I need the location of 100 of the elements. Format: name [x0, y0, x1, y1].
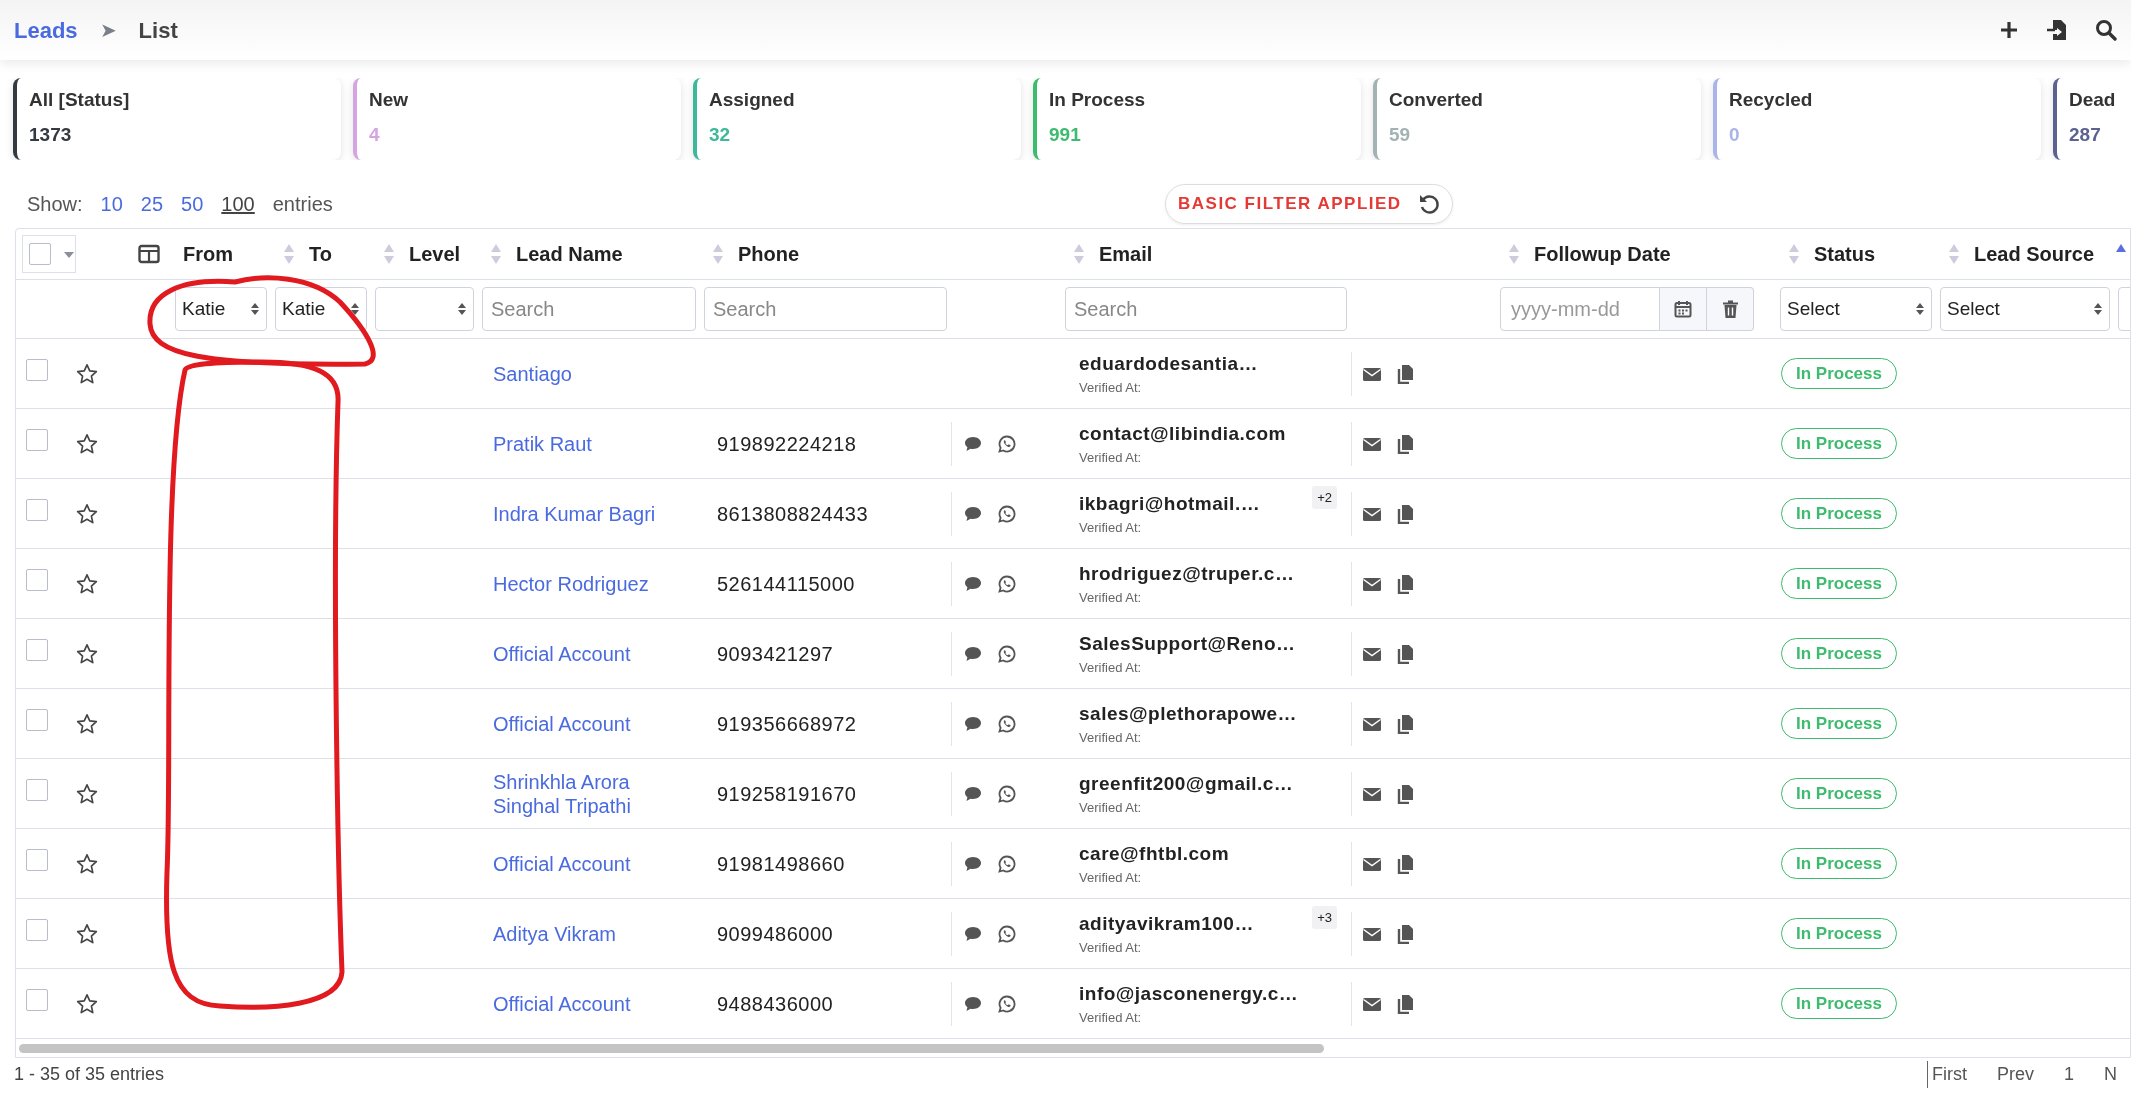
- checkbox[interactable]: [29, 243, 51, 265]
- row-checkbox[interactable]: [26, 919, 48, 941]
- trash-icon[interactable]: [1721, 299, 1739, 319]
- envelope-icon[interactable]: [1362, 715, 1382, 732]
- sms-bubble-icon[interactable]: [964, 505, 982, 522]
- status-card[interactable]: New 4: [353, 78, 681, 160]
- sms-bubble-icon[interactable]: [964, 925, 982, 942]
- whatsapp-icon[interactable]: [998, 434, 1016, 453]
- status-card[interactable]: All [Status] 1373: [13, 78, 341, 160]
- whatsapp-icon[interactable]: [998, 714, 1016, 733]
- whatsapp-icon[interactable]: [998, 784, 1016, 803]
- search-icon[interactable]: [2095, 19, 2117, 41]
- whatsapp-icon[interactable]: [998, 924, 1016, 943]
- clear-date-button[interactable]: [1707, 287, 1754, 331]
- envelope-icon[interactable]: [1362, 365, 1382, 382]
- select-field[interactable]: Select: [1940, 287, 2110, 331]
- extra-emails-badge[interactable]: +2: [1312, 485, 1337, 509]
- copy-icon[interactable]: [1396, 643, 1414, 664]
- sms-bubble-icon[interactable]: [964, 645, 982, 662]
- star-icon[interactable]: [76, 643, 98, 666]
- row-checkbox[interactable]: [26, 639, 48, 661]
- status-card[interactable]: Converted 59: [1373, 78, 1701, 160]
- status-card[interactable]: Recycled 0: [1713, 78, 2041, 160]
- date-field[interactable]: yyyy-mm-dd: [1500, 287, 1660, 331]
- status-card[interactable]: Dead 287: [2053, 78, 2131, 160]
- column-header[interactable]: From: [183, 239, 233, 269]
- copy-icon[interactable]: [1396, 993, 1414, 1014]
- column-header[interactable]: Email: [1099, 239, 1153, 269]
- reset-icon[interactable]: [1417, 193, 1440, 215]
- sms-bubble-icon[interactable]: [964, 715, 982, 732]
- status-card[interactable]: In Process 991: [1033, 78, 1361, 160]
- whatsapp-icon[interactable]: [998, 504, 1016, 523]
- column-header[interactable]: Lead Source: [1974, 239, 2095, 269]
- whatsapp-icon[interactable]: [998, 574, 1016, 593]
- search-field[interactable]: Search: [482, 287, 696, 331]
- column-header[interactable]: Followup Date: [1534, 239, 1671, 269]
- envelope-icon[interactable]: [1362, 575, 1382, 592]
- column-header[interactable]: Lead Name: [516, 239, 623, 269]
- page-length-option[interactable]: 10: [100, 189, 123, 219]
- scrollbar[interactable]: [19, 1044, 1324, 1053]
- select-field[interactable]: Katie: [275, 287, 367, 331]
- copy-icon[interactable]: [1396, 503, 1414, 524]
- page-length-option[interactable]: 100: [221, 189, 255, 219]
- column-header[interactable]: Status: [1814, 239, 1876, 269]
- select-field[interactable]: Select: [1780, 287, 1932, 331]
- select-field[interactable]: [375, 287, 474, 331]
- star-icon[interactable]: [76, 573, 98, 596]
- search-field[interactable]: Search: [704, 287, 947, 331]
- extra-emails-badge[interactable]: +3: [1312, 905, 1337, 929]
- row-checkbox[interactable]: [26, 849, 48, 871]
- whatsapp-icon[interactable]: [998, 994, 1016, 1013]
- lead-name-link[interactable]: Hector Rodriguez: [478, 571, 700, 596]
- row-checkbox[interactable]: [26, 709, 48, 731]
- lead-name-link[interactable]: Indra Kumar Bagri: [478, 501, 700, 526]
- pagination-link[interactable]: N: [2104, 1060, 2117, 1088]
- sms-bubble-icon[interactable]: [964, 995, 982, 1012]
- column-header[interactable]: To: [309, 239, 332, 269]
- lead-name-link[interactable]: Santiago: [478, 361, 700, 386]
- copy-icon[interactable]: [1396, 363, 1414, 384]
- page-length-option[interactable]: 25: [140, 189, 164, 219]
- envelope-icon[interactable]: [1362, 505, 1382, 522]
- copy-icon[interactable]: [1396, 853, 1414, 874]
- row-checkbox[interactable]: [26, 989, 48, 1011]
- caret-icon[interactable]: [63, 250, 75, 259]
- column-header[interactable]: Level: [409, 239, 461, 269]
- file-import-icon[interactable]: [2047, 19, 2067, 41]
- envelope-icon[interactable]: [1362, 785, 1382, 802]
- copy-icon[interactable]: [1396, 433, 1414, 454]
- lead-name-link[interactable]: Official Account: [478, 851, 700, 876]
- search-field[interactable]: Search: [1065, 287, 1347, 331]
- sms-bubble-icon[interactable]: [964, 575, 982, 592]
- plus-icon[interactable]: [1999, 20, 2019, 40]
- lead-name-link[interactable]: Pratik Raut: [478, 431, 700, 456]
- envelope-icon[interactable]: [1362, 925, 1382, 942]
- lead-name-link[interactable]: Official Account: [478, 641, 700, 666]
- row-checkbox[interactable]: [26, 779, 48, 801]
- star-icon[interactable]: [76, 713, 98, 736]
- star-icon[interactable]: [76, 923, 98, 946]
- envelope-icon[interactable]: [1362, 995, 1382, 1012]
- pagination-link[interactable]: First: [1926, 1060, 1967, 1088]
- sms-bubble-icon[interactable]: [964, 785, 982, 802]
- pagination-link[interactable]: Prev: [1996, 1060, 2034, 1088]
- calendar-button[interactable]: [1660, 287, 1707, 331]
- star-icon[interactable]: [76, 783, 98, 806]
- page-length-option[interactable]: 50: [181, 189, 204, 219]
- column-toggle-icon[interactable]: [138, 244, 160, 264]
- copy-icon[interactable]: [1396, 923, 1414, 944]
- envelope-icon[interactable]: [1362, 435, 1382, 452]
- envelope-icon[interactable]: [1362, 645, 1382, 662]
- pagination-link[interactable]: 1: [2064, 1060, 2074, 1088]
- row-checkbox[interactable]: [26, 429, 48, 451]
- whatsapp-icon[interactable]: [998, 854, 1016, 873]
- envelope-icon[interactable]: [1362, 855, 1382, 872]
- star-icon[interactable]: [76, 433, 98, 456]
- star-icon[interactable]: [76, 503, 98, 526]
- copy-icon[interactable]: [1396, 713, 1414, 734]
- row-checkbox[interactable]: [26, 359, 48, 381]
- whatsapp-icon[interactable]: [998, 644, 1016, 663]
- star-icon[interactable]: [76, 363, 98, 386]
- lead-name-link[interactable]: Official Account: [478, 711, 700, 736]
